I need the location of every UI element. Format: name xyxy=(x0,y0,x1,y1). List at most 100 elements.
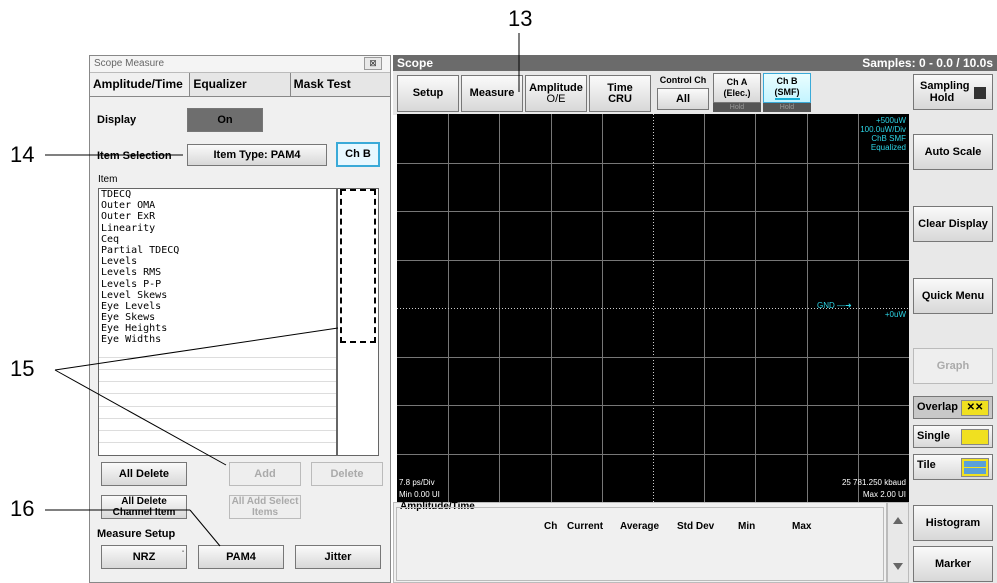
table-scroll[interactable] xyxy=(887,502,909,583)
time-per-div: 7.8 ps/Div xyxy=(399,478,435,487)
clear-display-button[interactable]: Clear Display xyxy=(913,206,993,242)
samples-readout: Samples: 0 - 0.0 / 10.0s xyxy=(862,56,993,70)
selection-column[interactable] xyxy=(337,188,379,456)
callout-13: 13 xyxy=(508,6,533,31)
pam4-setup-button[interactable]: PAM4 xyxy=(198,545,284,569)
scale-equalized: Equalized xyxy=(870,143,906,152)
control-all-button[interactable]: All xyxy=(657,88,709,110)
all-add-select-items-button[interactable]: All Add Select Items xyxy=(229,495,301,519)
measurement-panel: Amplitude/Time Ch Current Average Std De… xyxy=(393,501,887,583)
tab-amplitude-time[interactable]: Amplitude/Time xyxy=(90,73,191,96)
tile-icon xyxy=(961,458,989,477)
empty-row xyxy=(99,370,336,383)
jitter-setup-button[interactable]: Jitter xyxy=(295,545,381,569)
sampling-hold-button[interactable]: Sampling Hold xyxy=(913,74,993,110)
gnd-marker: GND —➜ xyxy=(817,301,852,310)
list-item[interactable]: Eye Heights xyxy=(99,323,336,334)
scope-title: Scope xyxy=(397,56,434,70)
list-item[interactable]: Outer ExR xyxy=(99,211,336,222)
list-item[interactable]: Eye Skews xyxy=(99,312,336,323)
list-item[interactable]: Levels xyxy=(99,256,336,267)
tile-button[interactable]: Tile xyxy=(913,454,993,480)
list-item[interactable]: Levels P-P xyxy=(99,279,336,290)
amplitude-button[interactable]: Amplitude O/E xyxy=(525,75,587,112)
all-delete-button[interactable]: All Delete xyxy=(101,462,187,486)
col-min: Min xyxy=(738,521,756,532)
chb-label: Ch B xyxy=(776,76,798,86)
delete-button[interactable]: Delete xyxy=(311,462,383,486)
empty-row xyxy=(99,346,336,358)
overlap-button[interactable]: Overlap ✕✕ xyxy=(913,396,993,419)
list-item[interactable]: Eye Levels xyxy=(99,301,336,312)
amplitude-sublabel: O/E xyxy=(546,92,566,105)
col-std-dev: Std Dev xyxy=(677,521,715,532)
auto-scale-button[interactable]: Auto Scale xyxy=(913,134,993,170)
zero-label: +0uW xyxy=(884,310,906,319)
single-icon xyxy=(961,429,989,445)
list-item[interactable]: Outer OMA xyxy=(99,200,336,211)
measurement-box xyxy=(396,507,884,581)
chb-sublabel: (SMF) xyxy=(774,87,800,100)
all-delete-channel-item-button[interactable]: All Delete Channel Item xyxy=(101,495,187,519)
list-item[interactable]: TDECQ xyxy=(99,189,336,200)
baud-rate: 25 781.250 kbaud xyxy=(841,478,906,487)
single-button[interactable]: Single xyxy=(913,425,993,448)
item-selection-label: Item Selection xyxy=(97,150,172,162)
setup-button[interactable]: Setup xyxy=(397,75,459,112)
control-ch-label: Control Ch xyxy=(659,75,707,85)
item-list[interactable]: TDECQ Outer OMA Outer ExR Linearity Ceq … xyxy=(98,188,337,456)
add-button[interactable]: Add xyxy=(229,462,301,486)
col-ch: Ch xyxy=(544,521,558,532)
channel-b-toolbar-button[interactable]: Ch B (SMF) xyxy=(763,73,811,103)
list-item[interactable]: Ceq xyxy=(99,234,336,245)
overlap-label: Overlap xyxy=(917,401,958,413)
item-type-button[interactable]: Item Type: PAM4 xyxy=(187,144,327,166)
display-label: Display xyxy=(97,114,137,126)
measure-button[interactable]: Measure xyxy=(461,75,523,112)
gnd-label: GND xyxy=(817,301,835,310)
list-item[interactable]: Levels RMS xyxy=(99,267,336,278)
nrz-setup-button[interactable]: NRZ ▪ xyxy=(101,545,187,569)
time-sublabel: CRU xyxy=(608,92,632,105)
time-button[interactable]: Time CRU xyxy=(589,75,651,112)
scope-measure-panel: Scope Measure ⊠ Amplitude/Time Equalizer… xyxy=(89,55,391,583)
sampling-indicator-icon xyxy=(974,87,986,99)
scroll-up-icon[interactable] xyxy=(893,517,903,524)
measure-setup-label: Measure Setup xyxy=(97,528,176,540)
quick-menu-button[interactable]: Quick Menu xyxy=(913,278,993,314)
scale-info: +500uW 100.0uW/Div ChB SMF Equalized xyxy=(860,116,906,152)
overlap-icon: ✕✕ xyxy=(961,400,989,416)
cha-sublabel: (Elec.) xyxy=(723,88,751,98)
graph-button[interactable]: Graph xyxy=(913,348,993,384)
measure-tabs: Amplitude/Time Equalizer Mask Test xyxy=(90,73,390,97)
list-item[interactable]: Eye Widths xyxy=(99,334,336,345)
scope-toolbar: Setup Measure Amplitude O/E Time CRU Con… xyxy=(393,71,997,115)
callout-14: 14 xyxy=(10,142,35,167)
channel-b-button[interactable]: Ch B xyxy=(336,142,380,167)
min-ui: Min 0.00 UI xyxy=(399,490,440,499)
time-label: Time xyxy=(607,81,633,94)
max-ui: Max 2.00 UI xyxy=(862,490,906,499)
channel-a-button[interactable]: Ch A (Elec.) xyxy=(713,73,761,103)
close-icon[interactable]: ⊠ xyxy=(364,57,382,70)
scope-display[interactable]: +500uW 100.0uW/Div ChB SMF Equalized GND… xyxy=(397,114,909,502)
cha-hold-indicator: Hold xyxy=(713,103,761,112)
display-toggle-button[interactable]: On xyxy=(187,108,263,132)
histogram-button[interactable]: Histogram xyxy=(913,505,993,541)
marker-button[interactable]: Marker xyxy=(913,546,993,582)
list-item[interactable]: Linearity xyxy=(99,223,336,234)
amplitude-label: Amplitude xyxy=(529,81,583,94)
scale-top: +500uW xyxy=(875,116,906,125)
tab-mask-test[interactable]: Mask Test xyxy=(290,73,390,96)
panel-titlebar: Scope Measure ⊠ xyxy=(90,56,390,73)
scale-channel: ChB SMF xyxy=(871,134,906,143)
empty-row xyxy=(99,358,336,370)
item-header: Item xyxy=(98,174,118,185)
list-item[interactable]: Partial TDECQ xyxy=(99,245,336,256)
tab-equalizer[interactable]: Equalizer xyxy=(190,73,291,96)
scale-per-div: 100.0uW/Div xyxy=(860,125,906,134)
empty-row xyxy=(99,419,336,431)
scroll-down-icon[interactable] xyxy=(893,563,903,570)
right-button-column: Sampling Hold Auto Scale Clear Display Q… xyxy=(909,71,997,583)
list-item[interactable]: Level Skews xyxy=(99,290,336,301)
